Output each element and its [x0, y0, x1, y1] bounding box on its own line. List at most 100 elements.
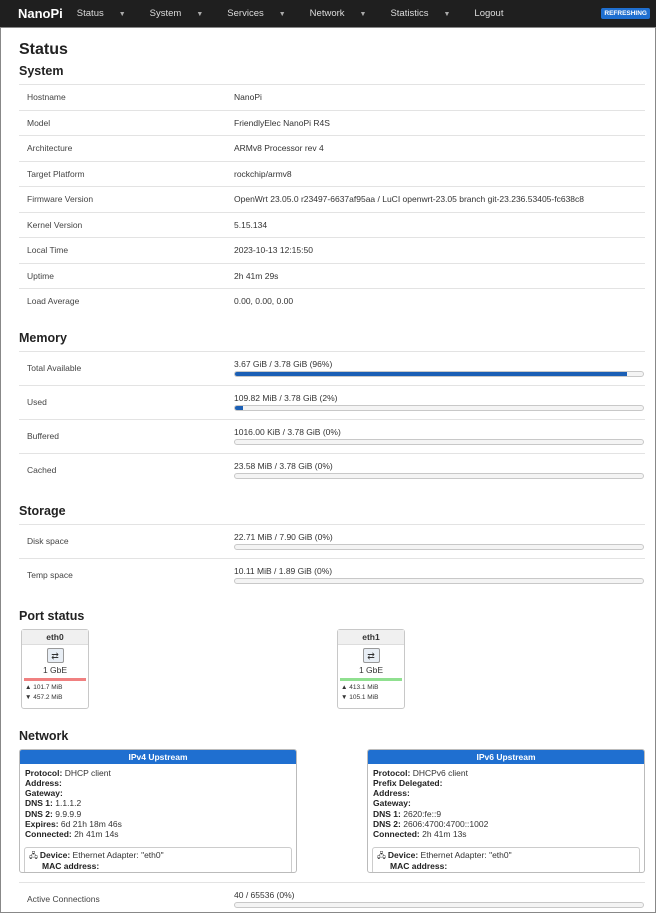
menu-services[interactable]: Services ▼	[227, 8, 297, 19]
row-key: Architecture	[27, 143, 73, 154]
menu-label: Network	[309, 8, 345, 19]
field-label: Connected:	[25, 829, 72, 840]
table-row: Used 109.82 MiB / 3.78 GiB (2%)	[19, 384, 645, 419]
menu-system[interactable]: System ▼	[150, 8, 216, 19]
device-box: 🖧 Device: Ethernet Adapter: "eth0" MAC ad…	[372, 846, 640, 872]
top-navbar: NanoPi Status ▼ System ▼ Services ▼ Network…	[0, 0, 656, 27]
caret-down-icon: ▼	[443, 11, 451, 18]
table-row: Hostname NanoPi	[19, 84, 645, 110]
link-status-line	[340, 677, 402, 681]
progress-cell: 1016.00 KiB / 3.78 GiB (0%)	[234, 427, 645, 445]
table-row: Active Connections 40 / 65536 (0%)	[19, 881, 645, 913]
field-label: Gateway:	[373, 798, 411, 809]
row-key: Temp space	[27, 570, 73, 580]
field-label: DNS 1:	[25, 798, 53, 809]
progress-text: 10.11 MiB / 1.89 GiB (0%)	[234, 566, 333, 576]
row-key: Disk space	[27, 536, 69, 546]
ethernet-adapter-icon: 🖧	[29, 850, 38, 860]
port-name: eth1	[338, 629, 404, 645]
storage-heading: Storage	[19, 503, 66, 518]
menu-label: Logout	[474, 8, 504, 19]
row-key: Target Platform	[27, 168, 85, 179]
caret-down-icon: ▼	[118, 11, 126, 18]
row-key: Total Available	[27, 363, 82, 373]
progress-cell: 23.58 MiB / 3.78 GiB (0%)	[234, 461, 645, 479]
port-speed: 1 GbE	[42, 664, 68, 675]
field-value: 2620:fe::9	[403, 808, 442, 819]
field-value: DHCP client	[64, 767, 111, 778]
field-label: DNS 1:	[373, 808, 401, 819]
row-value: 0.00, 0.00, 0.00	[234, 296, 294, 307]
menu-label: Services	[227, 8, 264, 19]
field-value: Ethernet Adapter: "eth0"	[72, 849, 164, 860]
progress-bar	[234, 544, 644, 550]
row-key: Model	[27, 117, 51, 128]
menu-statistics[interactable]: Statistics ▼	[390, 8, 462, 19]
progress-text: 3.67 GiB / 3.78 GiB (96%)	[234, 359, 333, 369]
table-row: Firmware Version OpenWrt 23.05.0 r23497-6…	[19, 186, 645, 212]
row-value: FriendlyElec NanoPi R4S	[234, 117, 330, 128]
progress-text: 109.82 MiB / 3.78 GiB (2%)	[234, 393, 338, 403]
ipv6-upstream-title: IPv6 Upstream	[368, 749, 644, 764]
row-value: 2h 41m 29s	[234, 270, 279, 281]
memory-table: Total Available 3.67 GiB / 3.78 GiB (96%)…	[19, 350, 645, 487]
table-row: Cached 23.58 MiB / 3.78 GiB (0%)	[19, 452, 645, 487]
field-label: Connected:	[373, 829, 420, 840]
progress-cell: 10.11 MiB / 1.89 GiB (0%)	[234, 566, 645, 584]
field-label: MAC address:	[42, 860, 100, 871]
ethernet-adapter-icon: 🖧	[377, 850, 386, 860]
table-row: Buffered 1016.00 KiB / 3.78 GiB (0%)	[19, 418, 645, 453]
menu-status[interactable]: Status ▼	[77, 8, 138, 19]
port-status-heading: Port status	[19, 608, 85, 623]
progress-bar	[234, 578, 644, 584]
progress-bar	[234, 439, 644, 445]
port-eth0[interactable]: eth0 ⇄ 1 GbE ▲ 101.7 MiB ▼ 457.2 MiB	[21, 628, 89, 709]
progress-cell: 3.67 GiB / 3.78 GiB (96%)	[234, 359, 645, 377]
row-key: Kernel Version	[27, 219, 83, 230]
port-tx: ▲ 413.1 MiB	[341, 683, 379, 691]
row-value: OpenWrt 23.05.0 r23497-6637af95aa / LuCI…	[234, 194, 585, 205]
row-key: Load Average	[27, 296, 80, 307]
field-value: 6d 21h 18m 46s	[60, 818, 122, 829]
main-menu: Status ▼ System ▼ Services ▼ Network ▼ Stati…	[77, 8, 528, 19]
row-value: 2023-10-13 12:15:50	[234, 245, 313, 256]
field-value: Ethernet Adapter: "eth0"	[420, 849, 512, 860]
field-label: DNS 2:	[373, 818, 401, 829]
port-eth1[interactable]: eth1 ⇄ 1 GbE ▲ 413.1 MiB ▼ 105.1 MiB	[337, 628, 405, 709]
upstream-panels: IPv4 Upstream Protocol: DHCP client Addr…	[19, 748, 645, 873]
link-status-line	[24, 677, 86, 681]
table-row: Temp space 10.11 MiB / 1.89 GiB (0%)	[19, 557, 645, 592]
row-key: Buffered	[27, 431, 59, 441]
progress-cell: 22.71 MiB / 7.90 GiB (0%)	[234, 532, 645, 550]
progress-bar	[234, 473, 644, 479]
progress-text: 23.58 MiB / 3.78 GiB (0%)	[234, 461, 333, 471]
row-key: Used	[27, 397, 47, 407]
menu-logout[interactable]: Logout	[474, 8, 515, 19]
progress-fill	[235, 372, 627, 376]
refreshing-badge[interactable]: REFRESHING	[601, 8, 650, 19]
progress-bar	[234, 902, 644, 908]
menu-label: Statistics	[390, 8, 429, 19]
ipv4-details: Protocol: DHCP client Address: Gateway: …	[20, 764, 296, 844]
port-name: eth0	[22, 629, 88, 645]
field-label: Protocol:	[373, 767, 411, 778]
network-heading: Network	[19, 728, 69, 743]
menu-network[interactable]: Network ▼	[310, 8, 379, 19]
storage-table: Disk space 22.71 MiB / 7.90 GiB (0%) Temp…	[19, 523, 645, 592]
row-key: Uptime	[27, 270, 54, 281]
field-value: 2h 41m 13s	[422, 829, 467, 840]
row-key: Hostname	[27, 92, 66, 103]
row-key: Local Time	[27, 245, 69, 256]
device-box: 🖧 Device: Ethernet Adapter: "eth0" MAC ad…	[24, 846, 292, 872]
ipv4-upstream-box: IPv4 Upstream Protocol: DHCP client Addr…	[19, 748, 297, 873]
ipv4-upstream-title: IPv4 Upstream	[20, 749, 296, 764]
field-value: 2606:4700:4700::1002	[403, 818, 489, 829]
progress-bar	[234, 405, 644, 411]
field-value: DHCPv6 client	[412, 767, 468, 778]
brand-logo[interactable]: NanoPi	[18, 6, 63, 21]
field-label: Address:	[25, 777, 62, 788]
port-speed: 1 GbE	[358, 664, 384, 675]
port-rx: ▼ 457.2 MiB	[25, 693, 63, 701]
table-row: Local Time 2023-10-13 12:15:50	[19, 237, 645, 263]
field-label: Gateway:	[25, 788, 63, 799]
